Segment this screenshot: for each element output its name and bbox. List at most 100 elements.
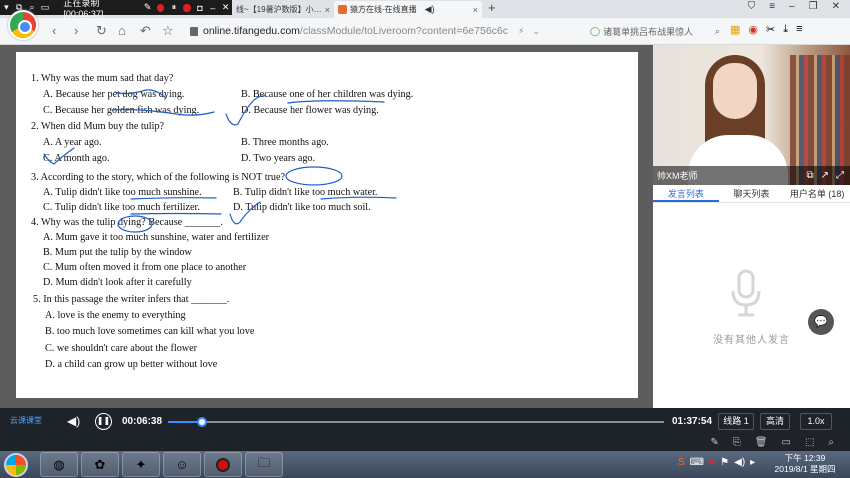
back-icon[interactable]: ‹ <box>52 23 56 38</box>
taskbar-smile-icon[interactable]: ☺ <box>163 452 201 477</box>
courseware-area: 1. Why was the mum sad that day? A. Beca… <box>0 45 653 408</box>
address-bar[interactable]: online.tifangedu.com /classModule/toLive… <box>190 21 570 41</box>
close-recorder-icon[interactable]: ✕ <box>219 2 232 13</box>
scissors-icon[interactable]: ✂ <box>766 23 775 36</box>
forward-icon[interactable]: › <box>74 23 78 38</box>
current-time: 00:06:38 <box>122 416 163 427</box>
home-icon[interactable]: ⌂ <box>118 23 126 38</box>
clock-time: 下午 12:39 <box>784 453 826 463</box>
record-icon[interactable] <box>183 3 191 12</box>
shirt-icon[interactable]: ⛉ <box>748 1 756 12</box>
tray-volume-icon[interactable]: ◀) <box>734 457 745 468</box>
q4-option-a: A. Mum gave it too much sunshine, water … <box>43 232 270 243</box>
zoom-icon[interactable]: ⌕ <box>828 437 834 448</box>
tab-label: 猿方在线-在线直播 <box>350 5 417 14</box>
lightning-icon[interactable]: ⚡ <box>518 26 524 37</box>
q5-option-b: B. too much love sometimes can kill what… <box>45 326 255 337</box>
fullscreen-icon[interactable]: ⤢ <box>836 170 844 181</box>
copy-icon[interactable]: ⎘ <box>733 437 741 448</box>
seek-bar[interactable] <box>168 417 664 427</box>
external-link-icon[interactable]: ↗ <box>821 170 829 181</box>
browser-logo-icon[interactable] <box>8 10 38 40</box>
recording-status: 正在录制 [00:06:37] <box>63 0 104 19</box>
teacher-video: 帅XM老师 ⧉ ↗ ⤢ <box>653 45 850 185</box>
minimize-icon[interactable]: – <box>789 1 795 12</box>
pen-icon[interactable]: ✎ <box>141 2 154 13</box>
tab-close-icon[interactable]: × <box>325 5 330 15</box>
taskbar-app-icon[interactable]: ✿ <box>81 452 119 477</box>
extension-icon[interactable]: ◉ <box>748 23 758 36</box>
minimize-recorder-icon[interactable]: – <box>206 3 219 13</box>
q3-stem: 3. According to the story, which of the … <box>31 172 286 183</box>
search-icon[interactable]: ⌕ <box>715 26 720 37</box>
system-clock: 下午 12:39 2019/8/1 星期四 <box>770 453 840 475</box>
tab-close-icon[interactable]: × <box>473 5 478 15</box>
annotation-underline <box>287 100 385 104</box>
tool-icons: ✎ ⎘ 🗑 ▭ ⬚ ⌕ <box>710 437 834 448</box>
taskbar-browser-icon[interactable]: ◍ <box>40 452 78 477</box>
taskbar-record-icon[interactable] <box>204 452 242 477</box>
speed-button[interactable]: 1.0x <box>800 413 832 430</box>
bookmark-icon[interactable]: ☆ <box>162 23 174 39</box>
new-tab-button[interactable]: + <box>488 0 496 15</box>
q2-stem: 2. When did Mum buy the tulip? <box>31 121 165 132</box>
restore-icon[interactable]: ❐ <box>809 1 818 12</box>
dropdown-icon[interactable]: ⌄ <box>532 26 540 37</box>
pause-button[interactable]: ❚❚ <box>95 413 112 430</box>
tab-chat-list[interactable]: 聊天列表 <box>719 185 785 202</box>
audio-icon[interactable]: ◀) <box>425 4 435 15</box>
q3-option-c: C. Tulip didn't like too much fertilizer… <box>43 202 200 213</box>
recorder-menu-icon[interactable]: ▾ <box>0 2 13 13</box>
annotation-underline <box>130 212 222 215</box>
tab-speak-list[interactable]: 发言列表 <box>653 185 719 202</box>
video-controls: ⧉ ↗ ⤢ <box>806 170 850 181</box>
more-icon[interactable]: ≡ <box>796 23 802 36</box>
line-select-button[interactable]: 线路 1 <box>718 413 754 430</box>
q2-option-a: A. A year ago. <box>43 137 102 148</box>
popout-icon[interactable]: ⧉ <box>806 170 813 181</box>
tab-active[interactable]: 猿方在线-在线直播 ◀) × <box>334 1 482 18</box>
chat-bubble-icon[interactable]: 💬 <box>808 309 834 335</box>
trash-icon[interactable]: 🗑 <box>755 437 768 448</box>
search-box[interactable]: ◯ 诸葛单挑吕布战果惊人 ⌕ <box>590 22 720 40</box>
tab-previous[interactable]: 线~【19暑沪数版】小… × <box>232 1 334 18</box>
tab-label: 线~【19暑沪数版】小… <box>236 5 322 14</box>
tray-flag-icon[interactable]: ▸ <box>750 457 755 468</box>
menu-icon[interactable]: ≡ <box>769 1 775 12</box>
window-icon[interactable]: ▭ <box>781 437 790 448</box>
q1-option-c: C. Because her golden fish was dying. <box>43 105 200 116</box>
taskbar-feather-icon[interactable]: ✦ <box>122 452 160 477</box>
start-button-icon[interactable] <box>4 453 28 477</box>
seek-handle[interactable] <box>196 417 207 427</box>
stop-record-icon[interactable] <box>157 3 165 12</box>
search-placeholder: 诸葛单挑吕布战果惊人 <box>603 26 694 37</box>
screen-icon[interactable]: ⬚ <box>805 437 814 448</box>
tab-user-list[interactable]: 用户名单 (18) <box>784 185 850 202</box>
volume-icon[interactable]: ◀) <box>67 414 80 428</box>
player-logo: 云课课堂 <box>10 416 42 425</box>
teacher-face <box>713 63 757 119</box>
recorder-screen-icon[interactable]: ▭ <box>38 2 51 13</box>
tray-record-icon[interactable]: ● <box>709 457 715 468</box>
brush-icon[interactable]: ✎ <box>710 437 718 448</box>
close-window-icon[interactable]: ✕ <box>832 1 840 12</box>
q3-option-b: B. Tulip didn't like too much water. <box>233 187 378 198</box>
camera-icon[interactable]: ◘ <box>194 3 207 13</box>
apps-icon[interactable]: ▦ <box>730 23 740 36</box>
q1-option-b: B. Because one of her children was dying… <box>241 89 414 100</box>
undo-icon[interactable]: ↶ <box>140 23 151 39</box>
q2-option-c: C. A month ago. <box>43 153 110 164</box>
q1-option-d: D. Because her flower was dying. <box>241 105 379 116</box>
extension-icons: ▦ ◉ ✂ ⤓ ≡ <box>730 23 803 36</box>
quality-button[interactable]: 高清 <box>760 413 790 430</box>
reload-icon[interactable]: ↻ <box>96 23 107 39</box>
browser-tab-bar: ▾ ⧉ ⌕ ▭ 正在录制 [00:06:37] ✎ ⏸ ◘ – ✕ 线~【19暑… <box>0 0 850 19</box>
pause-record-icon[interactable]: ⏸ <box>167 2 180 13</box>
teacher-name: 帅XM老师 <box>657 171 698 181</box>
search-engine-icon: ◯ <box>590 25 601 36</box>
tray-input-icon[interactable]: ⌨ <box>690 457 704 468</box>
download-icon[interactable]: ⤓ <box>783 23 788 36</box>
tray-network-icon[interactable]: ⚑ <box>720 457 729 468</box>
taskbar-folder-icon[interactable]: 🗀 <box>245 452 283 477</box>
tray-app-icon[interactable]: S <box>678 457 685 468</box>
